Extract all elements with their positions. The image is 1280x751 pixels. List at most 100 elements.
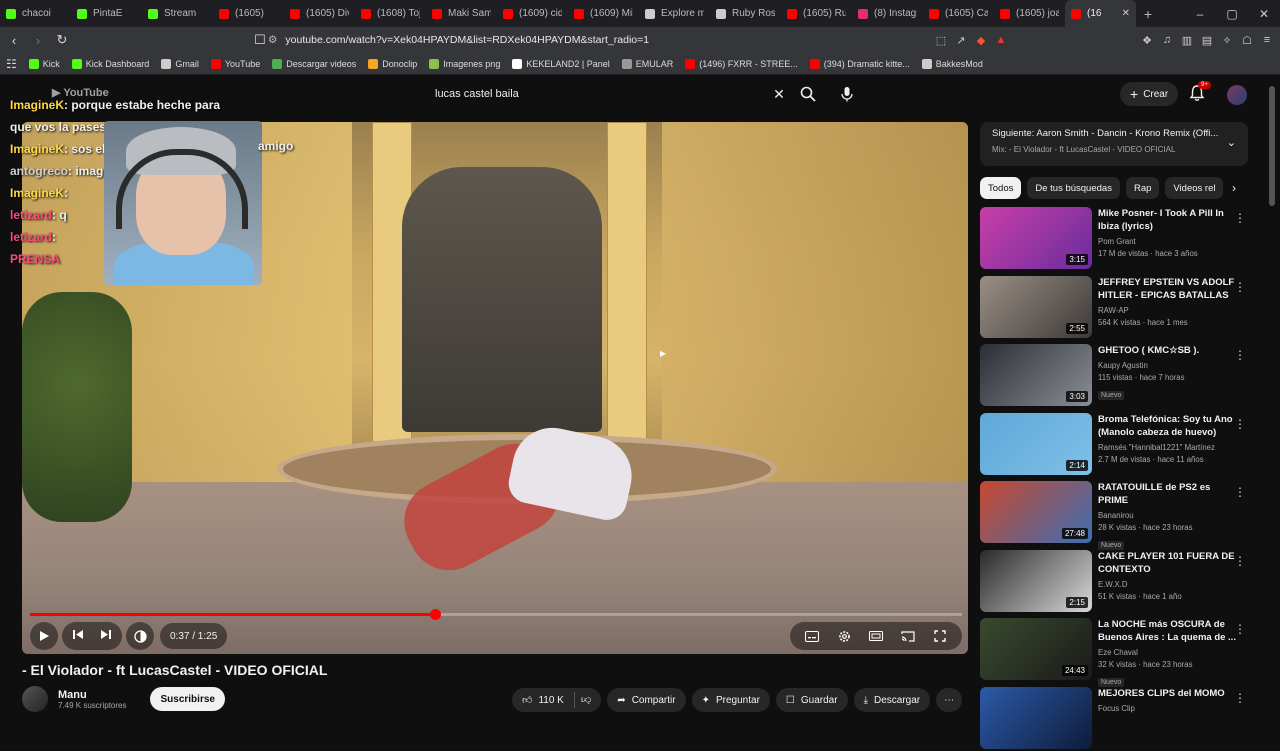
apps-icon[interactable]: ☷ (0, 57, 23, 71)
channel-avatar[interactable] (22, 686, 48, 712)
vpn-icon[interactable]: ☖ (1240, 30, 1254, 50)
chips-next-icon[interactable]: › (1232, 181, 1236, 195)
browser-tab[interactable]: (1605) Rub (781, 0, 852, 27)
share-button[interactable]: ➦ Compartir (607, 688, 686, 712)
channel-name[interactable]: Manu (58, 689, 126, 701)
browser-tab[interactable]: (16 ✕ (1065, 0, 1136, 27)
back-button[interactable]: ‹ (4, 30, 24, 50)
channel-name[interactable]: Pom Grant (1098, 236, 1242, 248)
bookmark-item[interactable]: EMULAR (616, 58, 680, 69)
channel-name[interactable]: Ramsés "Hannibal1221" Martínez (1098, 442, 1242, 454)
video-title[interactable]: Broma Telefónica: Soy tu Ano (Manolo cab… (1098, 413, 1242, 439)
download-button[interactable]: ⤓ Descargar (853, 688, 931, 712)
browser-tab[interactable]: (8) Instagr (852, 0, 923, 27)
reload-button[interactable]: ↻ (52, 30, 72, 50)
video-thumbnail[interactable]: 2:55 (980, 275, 1092, 338)
next-icon[interactable] (100, 627, 111, 645)
channel-name[interactable]: E.W.X.D (1098, 579, 1242, 591)
video-thumbnail[interactable]: 3:03 (980, 344, 1092, 406)
brave-shield-icon[interactable]: ◆ (974, 30, 988, 50)
filter-chip[interactable]: Todos (980, 177, 1022, 199)
video-title[interactable]: RATATOUILLE de PS2 es PRIME (1098, 481, 1242, 507)
volume-button[interactable] (126, 622, 154, 650)
save-button[interactable]: ☐ Guardar (775, 688, 848, 712)
create-button[interactable]: + Crear (1120, 82, 1179, 106)
browser-tab[interactable]: Ruby Rose (710, 0, 781, 27)
recommended-video[interactable]: 27:48 RATATOUILLE de PS2 es PRIME Bananiro… (980, 481, 1250, 550)
bookmark-item[interactable]: (394) Dramatic kitte... (804, 58, 916, 69)
browser-tab[interactable]: Stream (142, 0, 213, 27)
minimize-icon[interactable]: – (1184, 0, 1216, 27)
close-window-icon[interactable]: ✕ (1248, 0, 1280, 27)
more-vert-icon[interactable]: ⋮ (1234, 691, 1246, 705)
search-input[interactable]: lucas castel baila (425, 88, 767, 100)
play-button[interactable] (30, 622, 58, 650)
bookmark-item[interactable]: YouTube (205, 58, 266, 69)
browser-tab[interactable]: (1605) (213, 0, 284, 27)
more-vert-icon[interactable]: ⋮ (1234, 211, 1246, 225)
video-thumbnail[interactable]: 2:15 (980, 549, 1092, 612)
more-vert-icon[interactable]: ⋮ (1234, 348, 1246, 362)
filter-chip[interactable]: De tus búsquedas (1027, 177, 1120, 199)
recommended-video[interactable]: 2:55 JEFFREY EPSTEIN VS ADOLF HITLER - EP… (980, 275, 1250, 340)
menu-icon[interactable]: ≡ (1260, 30, 1274, 50)
more-vert-icon[interactable]: ⋮ (1234, 485, 1246, 499)
video-thumbnail[interactable] (980, 686, 1092, 749)
bookmark-item[interactable]: Kick (23, 58, 66, 69)
account-avatar[interactable] (1227, 85, 1247, 105)
video-title[interactable]: GHETOO ( KMC☆SB ). (1098, 344, 1242, 357)
like-button[interactable]: 👍︎ 110 K 👍︎ (512, 688, 602, 712)
bookmark-item[interactable]: Imagenes png (423, 58, 506, 69)
browser-tab[interactable]: PintaE (71, 0, 142, 27)
video-thumbnail[interactable]: 2:14 (980, 412, 1092, 475)
bookmark-item[interactable]: Gmail (155, 58, 205, 69)
share-icon[interactable]: ↗ (954, 30, 968, 50)
recommended-video[interactable]: 2:14 Broma Telefónica: Soy tu Ano (Manolo… (980, 412, 1250, 477)
video-title[interactable]: CAKE PLAYER 101 FUERA DE CONTEXTO (1098, 550, 1242, 576)
browser-tab[interactable]: (1608) Toji (355, 0, 426, 27)
mix-next-panel[interactable]: Siguiente: Aaron Smith - Dancin - Krono … (980, 122, 1248, 166)
url-field[interactable]: ⚙ youtube.com/watch?v=Xek04HPAYDM&list=R… (268, 30, 988, 50)
recommended-video[interactable]: 24:43 La NOCHE más OSCURA de Buenos Aires… (980, 618, 1250, 687)
fullscreen-icon[interactable] (924, 622, 956, 650)
browser-tab[interactable]: Explore m (639, 0, 710, 27)
video-title[interactable]: Mike Posner- I Took A Pill In Ibiza (lyr… (1098, 207, 1242, 233)
more-actions-button[interactable]: ⋯ (936, 688, 963, 712)
video-title[interactable]: JEFFREY EPSTEIN VS ADOLF HITLER - EPICAS… (1098, 276, 1242, 302)
bookmark-item[interactable]: Kick Dashboard (66, 58, 156, 69)
notifications-button[interactable]: 9+ (1188, 81, 1211, 104)
cast-icon[interactable] (892, 622, 924, 650)
sidebar-icon[interactable]: ▥ (1180, 30, 1194, 50)
progress-bar[interactable] (30, 609, 962, 620)
ask-button[interactable]: ✦ Preguntar (691, 688, 770, 712)
extensions-icon[interactable]: ❖ (1140, 30, 1154, 50)
bookmark-item[interactable]: KEKELAND2 | Panel (506, 58, 615, 69)
recommended-video[interactable]: 3:03 GHETOO ( KMC☆SB ). Kaupy Agustin 115 v… (980, 344, 1250, 408)
video-thumbnail[interactable]: 3:15 (980, 207, 1092, 269)
wallet-icon[interactable]: ▤ (1200, 30, 1214, 50)
bookmark-item[interactable]: Donoclip (362, 58, 423, 69)
filter-chip[interactable]: Videos rel (1165, 177, 1224, 199)
clear-search-icon[interactable]: ✕ (767, 86, 791, 103)
video-thumbnail[interactable]: 24:43 (980, 618, 1092, 680)
search-box[interactable]: lucas castel baila ✕ (425, 82, 825, 106)
previous-icon[interactable] (73, 627, 84, 645)
browser-tab[interactable]: Maki Sami (426, 0, 497, 27)
browser-tab[interactable]: (1609) cid (497, 0, 568, 27)
more-vert-icon[interactable]: ⋮ (1234, 280, 1246, 294)
recommended-video[interactable]: 3:15 Mike Posner- I Took A Pill In Ibiza … (980, 207, 1250, 271)
browser-tab[interactable]: (1605) Cap (923, 0, 994, 27)
video-thumbnail[interactable]: 27:48 (980, 481, 1092, 543)
bookmark-item[interactable]: Descargar videos (266, 58, 362, 69)
channel-name[interactable]: RAW-AP (1098, 305, 1242, 317)
media-icon[interactable]: ♫ (1160, 30, 1174, 50)
filter-chip[interactable]: Rap (1125, 177, 1160, 199)
chevron-down-icon[interactable]: ⌄ (1227, 136, 1236, 149)
new-tab-button[interactable]: + (1136, 6, 1160, 22)
more-vert-icon[interactable]: ⋮ (1234, 622, 1246, 636)
more-vert-icon[interactable]: ⋮ (1234, 554, 1246, 568)
search-button[interactable] (791, 81, 825, 107)
subscribe-button[interactable]: Suscribirse (150, 687, 225, 711)
video-title[interactable]: La NOCHE más OSCURA de Buenos Aires : La… (1098, 618, 1242, 644)
page-scrollbar[interactable] (1268, 76, 1276, 720)
